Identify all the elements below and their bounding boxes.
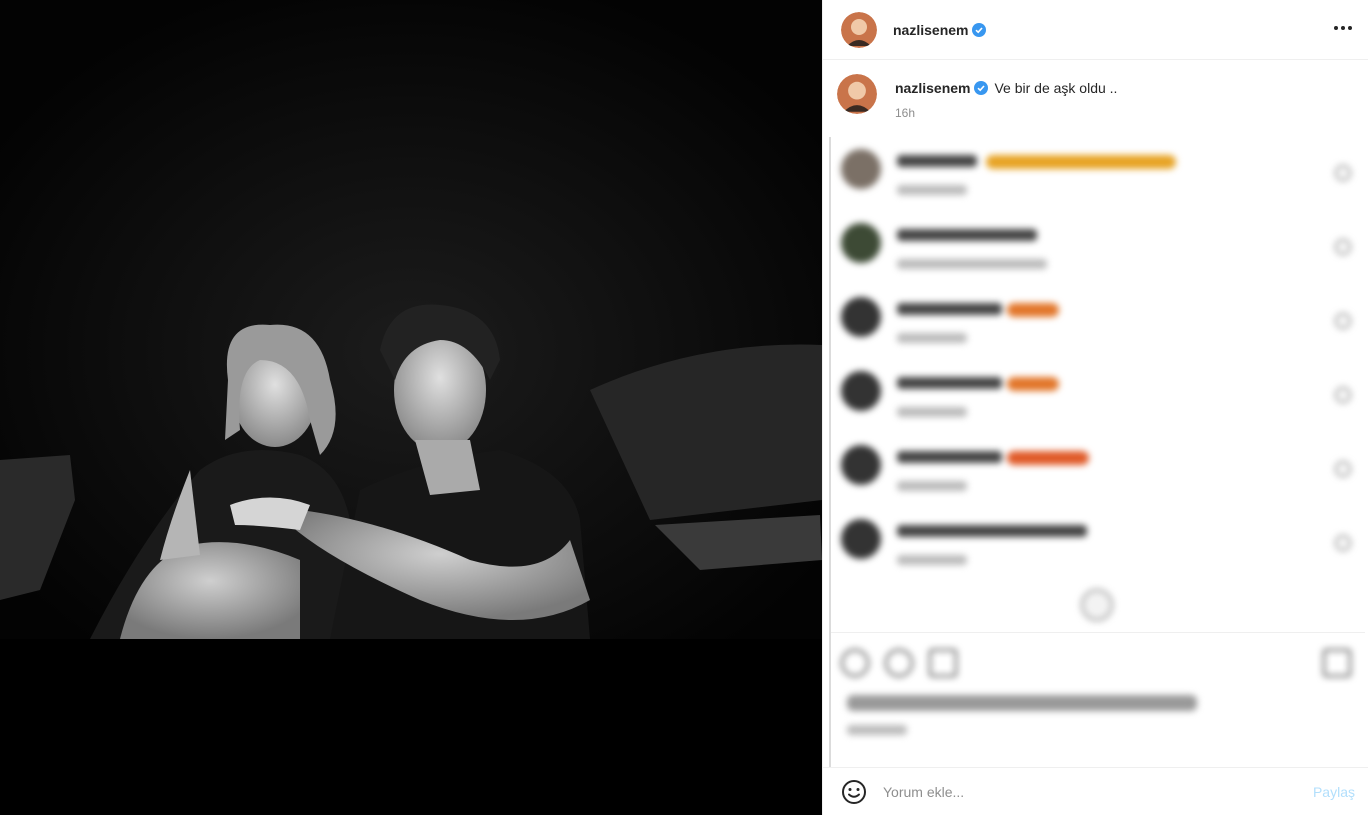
post-photo: [0, 0, 822, 639]
comment-row: [841, 293, 1361, 353]
comment-row: [841, 219, 1361, 279]
post-time: 16h: [895, 106, 916, 120]
like-icon[interactable]: [841, 649, 869, 677]
like-comment-icon[interactable]: [1335, 387, 1351, 403]
comment-row: [841, 367, 1361, 427]
comment-row: [841, 145, 1361, 205]
username[interactable]: nazlisenem: [893, 22, 968, 38]
comment-avatar: [841, 149, 881, 189]
comment-avatar: [841, 445, 881, 485]
comment-avatar: [841, 223, 881, 263]
post-media[interactable]: [0, 0, 822, 815]
comment-input[interactable]: [883, 783, 1283, 800]
comments-list: [829, 137, 1365, 767]
action-bar: [831, 632, 1365, 772]
post-panel: nazlisenem nazlisenem Ve bir de aşk oldu…: [822, 0, 1368, 815]
post-header: nazlisenem: [823, 0, 1368, 60]
comment-row: [841, 441, 1361, 501]
share-icon[interactable]: [929, 649, 957, 677]
more-options-icon[interactable]: [1331, 16, 1355, 40]
verified-badge-icon: [972, 22, 987, 37]
likes-summary[interactable]: [847, 695, 1197, 711]
verified-badge-icon: [974, 81, 989, 95]
post-comment-button[interactable]: Paylaş: [1313, 784, 1355, 800]
like-comment-icon[interactable]: [1335, 239, 1351, 255]
caption-username[interactable]: nazlisenem: [895, 80, 970, 96]
save-icon[interactable]: [1323, 649, 1351, 677]
comment-blurred-text: [897, 155, 977, 167]
caption-text: Ve bir de aşk oldu ..: [994, 80, 1118, 96]
comment-form: Paylaş: [823, 767, 1368, 815]
comment-avatar: [841, 519, 881, 559]
post-date: [847, 725, 907, 735]
post-caption: nazlisenem Ve bir de aşk oldu .. 16h: [837, 74, 1357, 120]
comment-icon[interactable]: [885, 649, 913, 677]
comment-avatar: [841, 297, 881, 337]
load-more-comments-button[interactable]: [1081, 589, 1113, 621]
like-comment-icon[interactable]: [1335, 461, 1351, 477]
like-comment-icon[interactable]: [1335, 313, 1351, 329]
caption-avatar[interactable]: [837, 74, 877, 114]
comment-avatar: [841, 371, 881, 411]
like-comment-icon[interactable]: [1335, 165, 1351, 181]
comment-row: [841, 515, 1361, 575]
avatar[interactable]: [841, 11, 877, 48]
like-comment-icon[interactable]: [1335, 535, 1351, 551]
emoji-smile-icon[interactable]: [841, 779, 867, 805]
